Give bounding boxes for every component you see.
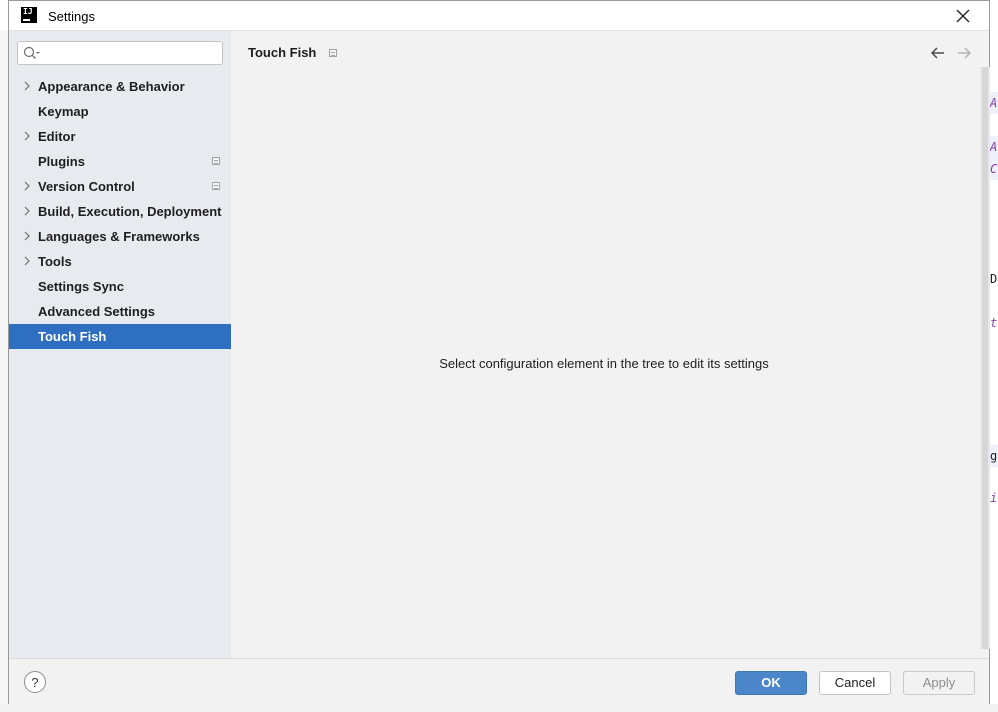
background-code-char: A: [990, 96, 998, 110]
project-scope-icon: [329, 49, 337, 57]
tree-item-label: Languages & Frameworks: [38, 229, 200, 244]
window-title: Settings: [48, 9, 95, 24]
intellij-app-icon: IJ: [21, 7, 37, 23]
back-arrow-icon[interactable]: [929, 44, 947, 62]
tree-item-label: Version Control: [38, 179, 135, 194]
tree-item-label: Plugins: [38, 154, 85, 169]
settings-sidebar: Appearance & Behavior Keymap Editor Plug…: [9, 31, 231, 658]
apply-button[interactable]: Apply: [903, 671, 975, 695]
chevron-right-icon[interactable]: [22, 206, 32, 216]
scrollbar-thumb[interactable]: [982, 67, 988, 649]
chevron-right-icon[interactable]: [22, 81, 32, 91]
background-editor-bottom: [0, 704, 998, 712]
tree-item-plugins[interactable]: Plugins: [9, 149, 231, 174]
help-icon: ?: [31, 674, 39, 690]
help-button[interactable]: ?: [24, 671, 46, 693]
background-editor-right: [990, 30, 998, 712]
close-icon: [956, 9, 970, 23]
tree-item-label: Keymap: [38, 104, 89, 119]
search-input[interactable]: [46, 44, 216, 62]
tree-item-keymap[interactable]: Keymap: [9, 99, 231, 124]
dialog-footer: ? OK Cancel Apply: [9, 658, 989, 705]
project-scope-icon: [212, 157, 220, 165]
page-title: Touch Fish: [248, 45, 317, 60]
tree-item-appearance-behavior[interactable]: Appearance & Behavior: [9, 74, 231, 99]
search-box[interactable]: [17, 41, 223, 65]
tree-item-label: Advanced Settings: [38, 304, 156, 319]
search-icon[interactable]: [23, 46, 41, 60]
background-code-char: t: [990, 316, 998, 330]
background-editor-left: [0, 30, 8, 712]
chevron-right-icon[interactable]: [22, 131, 32, 141]
project-scope-icon: [212, 182, 220, 190]
tree-item-touch-fish[interactable]: Touch Fish: [9, 324, 231, 349]
background-code-char: i: [990, 491, 998, 505]
tree-item-label: Settings Sync: [38, 279, 124, 294]
title-bar[interactable]: IJ Settings: [9, 1, 989, 31]
settings-tree: Appearance & Behavior Keymap Editor Plug…: [9, 74, 231, 349]
background-code-char: A: [990, 140, 998, 154]
tree-item-label: Tools: [38, 254, 72, 269]
tree-item-label: Build, Execution, Deployment: [38, 204, 222, 219]
tree-item-tools[interactable]: Tools: [9, 249, 231, 274]
tree-item-settings-sync[interactable]: Settings Sync: [9, 274, 231, 299]
tree-item-advanced-settings[interactable]: Advanced Settings: [9, 299, 231, 324]
chevron-right-icon[interactable]: [22, 256, 32, 266]
settings-dialog: IJ Settings Appearance & Behavior Keymap…: [8, 0, 990, 705]
tree-item-label: Appearance & Behavior: [38, 79, 185, 94]
content-scrollbar[interactable]: [980, 67, 990, 649]
tree-item-editor[interactable]: Editor: [9, 124, 231, 149]
cancel-button[interactable]: Cancel: [819, 671, 891, 695]
tree-item-build-execution-deployment[interactable]: Build, Execution, Deployment: [9, 199, 231, 224]
tree-item-label: Editor: [38, 129, 76, 144]
background-code-char: C: [990, 162, 998, 176]
background-code-char: D: [990, 272, 998, 286]
chevron-right-icon[interactable]: [22, 181, 32, 191]
empty-state-message: Select configuration element in the tree…: [439, 356, 769, 371]
ok-button[interactable]: OK: [735, 671, 807, 695]
tree-item-version-control[interactable]: Version Control: [9, 174, 231, 199]
tree-item-languages-frameworks[interactable]: Languages & Frameworks: [9, 224, 231, 249]
chevron-right-icon[interactable]: [22, 231, 32, 241]
close-button[interactable]: [953, 6, 973, 26]
app-icon-text: IJ: [23, 7, 33, 16]
background-code-char: g: [990, 449, 998, 463]
tree-item-label: Touch Fish: [38, 329, 107, 344]
forward-arrow-icon: [958, 47, 972, 59]
